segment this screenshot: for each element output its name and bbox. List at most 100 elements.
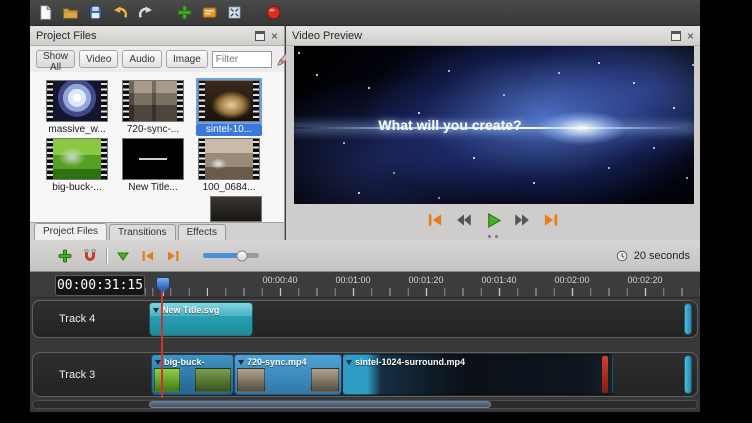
fullscreen-button[interactable]: [224, 3, 244, 23]
import-files-button[interactable]: [174, 3, 194, 23]
ruler-time-label: 00:01:20: [408, 275, 443, 285]
save-project-button[interactable]: [85, 3, 105, 23]
video-preview-titlebar: Video Preview ×: [286, 26, 700, 46]
track-row-3: Track 3 big-buck- 720-sync.mp4 sintel-10…: [32, 352, 698, 397]
main-split: Project Files × Show AllVideoAudioImage …: [30, 26, 700, 240]
filter-button[interactable]: Image: [166, 50, 208, 68]
file-label: big-buck-...: [44, 182, 110, 194]
playback-time-display[interactable]: 00:00:31:15: [55, 275, 145, 296]
panel-splitter[interactable]: [286, 233, 700, 239]
import-files-icon: [176, 4, 193, 21]
file-label: New Title...: [120, 182, 186, 194]
zoom-slider-handle[interactable]: [237, 250, 248, 261]
redo-icon: [137, 4, 154, 21]
project-file-item[interactable]: New Title...: [120, 138, 186, 194]
timeline-clip[interactable]: big-buck-: [151, 354, 234, 395]
jump-to-end-button[interactable]: [541, 210, 561, 230]
jump-to-start-button[interactable]: [425, 210, 445, 230]
snapping-toggle-button[interactable]: [81, 247, 99, 265]
clip-menu-caret-icon[interactable]: [153, 308, 159, 313]
play-button[interactable]: [483, 210, 503, 230]
rewind-button[interactable]: [454, 210, 474, 230]
project-files-panel: Project Files × Show AllVideoAudioImage …: [30, 26, 285, 240]
panel-tab[interactable]: Transitions: [109, 224, 176, 240]
close-panel-icon[interactable]: ×: [271, 31, 278, 41]
project-file-item[interactable]: sintel-10...: [196, 80, 262, 136]
panel-tab-bar: Project FilesTransitionsEffects: [30, 222, 284, 240]
filter-input[interactable]: [212, 51, 272, 68]
add-marker-button[interactable]: [114, 247, 132, 265]
previous-marker-button[interactable]: [139, 247, 157, 265]
file-thumbnail-image: [53, 81, 101, 121]
next-marker-button[interactable]: [164, 247, 182, 265]
clip-label: New Title.svg: [162, 305, 219, 315]
ruler-time-label: 00:00:40: [262, 275, 297, 285]
file-thumbnail: [122, 138, 184, 180]
timeline-clip[interactable]: 720-sync.mp4: [234, 354, 342, 395]
add-track-button[interactable]: [56, 247, 74, 265]
track-endcap-clip[interactable]: [684, 355, 692, 394]
ruler-time-label: 00:01:40: [481, 275, 516, 285]
export-video-icon: [265, 4, 282, 21]
timeline-tracks: Track 4 New Title.svg Track 3 big-buck- …: [30, 298, 700, 412]
filter-button[interactable]: Audio: [122, 50, 162, 68]
track-endcap-clip[interactable]: [684, 303, 692, 335]
timeline-horizontal-scrollbar[interactable]: [32, 400, 698, 409]
new-project-icon: [37, 4, 54, 21]
project-file-item[interactable]: 100_0684...: [196, 138, 262, 194]
timeline-section: 20 seconds 00:00:31:15 00:00:4000:01:000…: [30, 240, 700, 412]
choose-profile-button[interactable]: [199, 3, 219, 23]
timeline-zoom-slider[interactable]: [203, 253, 259, 258]
fast-forward-icon: [513, 211, 531, 229]
open-project-button[interactable]: [60, 3, 80, 23]
ruler-strip[interactable]: 00:00:40 00:01:00 00:01:20 00:01:40 00:02:00…: [145, 272, 700, 297]
star-field: [298, 52, 300, 54]
float-panel-icon[interactable]: [671, 31, 681, 41]
clip-header: big-buck-: [152, 355, 233, 368]
filter-button[interactable]: Show All: [36, 50, 75, 68]
timeline-clip[interactable]: New Title.svg: [149, 302, 253, 336]
clip-header: New Title.svg: [150, 303, 252, 316]
video-preview-panel: Video Preview × What will you create?: [286, 26, 700, 240]
new-project-button[interactable]: [35, 3, 55, 23]
file-label: sintel-10...: [196, 124, 262, 136]
file-thumbnail-image: [123, 139, 183, 179]
zoom-scale-label: 20 seconds: [634, 250, 690, 262]
panel-tab[interactable]: Effects: [178, 224, 226, 240]
timeline-toolbar: 20 seconds: [30, 240, 700, 272]
file-thumbnail: [198, 80, 260, 122]
playback-controls: [286, 208, 700, 232]
snapping-icon: [82, 248, 98, 264]
ruler-time-label: 00:02:00: [554, 275, 589, 285]
clip-header: sintel-1024-surround.mp4: [343, 355, 612, 368]
project-file-item[interactable]: massive_w...: [44, 80, 110, 136]
partial-file-thumbnail[interactable]: [210, 196, 262, 222]
project-file-item[interactable]: big-buck-...: [44, 138, 110, 194]
screen: Project Files × Show AllVideoAudioImage …: [0, 0, 752, 423]
clip-header: 720-sync.mp4: [235, 355, 341, 368]
clip-menu-caret-icon[interactable]: [346, 360, 352, 365]
ruler-time-label: 00:02:20: [627, 275, 662, 285]
clip-menu-caret-icon[interactable]: [238, 360, 244, 365]
undo-icon: [112, 4, 129, 21]
track-name: Track 4: [59, 313, 95, 325]
redo-button[interactable]: [135, 3, 155, 23]
panel-tab[interactable]: Project Files: [34, 223, 107, 240]
project-file-item[interactable]: 720-sync-...: [120, 80, 186, 136]
previous-marker-icon: [140, 248, 156, 264]
filter-button[interactable]: Video: [79, 50, 118, 68]
fast-forward-button[interactable]: [512, 210, 532, 230]
project-files-grid: massive_w... 720-sync-... sintel-10... b…: [30, 72, 284, 222]
track-name: Track 3: [59, 369, 95, 381]
export-video-button[interactable]: [263, 3, 283, 23]
float-panel-icon[interactable]: [255, 31, 265, 41]
track-row-4: Track 4 New Title.svg: [32, 300, 698, 338]
scrollbar-handle[interactable]: [149, 401, 491, 408]
undo-button[interactable]: [110, 3, 130, 23]
file-label: 720-sync-...: [120, 124, 186, 136]
close-panel-icon[interactable]: ×: [687, 31, 694, 41]
timeline-clip[interactable]: sintel-1024-surround.mp4: [342, 354, 613, 395]
playhead-handle[interactable]: [156, 277, 170, 289]
toolbar-separator: [106, 248, 107, 264]
ruler-time-label: 00:01:00: [335, 275, 370, 285]
